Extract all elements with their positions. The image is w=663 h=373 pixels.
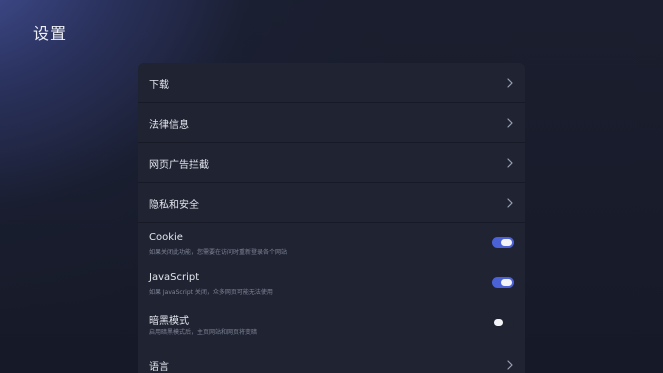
settings-item-label: 下载: [149, 80, 169, 91]
settings-item-legal[interactable]: 法律信息: [138, 103, 525, 143]
settings-item-description: 如果 JavaScript 关闭，众多网页可能无法使用: [149, 289, 273, 296]
settings-item-language[interactable]: 语言: [138, 345, 525, 373]
cookie-toggle[interactable]: [492, 237, 514, 248]
settings-item-label: JavaScript: [149, 272, 200, 283]
settings-item-label: 暗黑模式: [149, 316, 189, 327]
settings-item-javascript[interactable]: JavaScript 如果 JavaScript 关闭，众多网页可能无法使用: [138, 263, 525, 303]
settings-item-privacy[interactable]: 隐私和安全: [138, 183, 525, 223]
settings-item-cookie[interactable]: Cookie 如果关闭此功能，您需要在访问时重新登录各个网站: [138, 223, 525, 263]
toggle-knob: [501, 239, 512, 246]
settings-item-label: 隐私和安全: [149, 200, 199, 211]
toggle-knob: [501, 279, 512, 286]
toggle-knob: [494, 319, 503, 326]
dark-mode-toggle[interactable]: [492, 317, 514, 328]
settings-item-description: 如果关闭此功能，您需要在访问时重新登录各个网站: [149, 249, 288, 256]
settings-item-downloads[interactable]: 下载: [138, 63, 525, 103]
settings-item-label: 语言: [149, 362, 169, 373]
chevron-right-icon: [507, 78, 513, 88]
settings-list: 下载 法律信息 网页广告拦截 隐私和安全 Cookie 如果关闭此功能，您需要在…: [138, 63, 525, 373]
settings-item-label: Cookie: [149, 232, 183, 243]
chevron-right-icon: [507, 360, 513, 370]
chevron-right-icon: [507, 118, 513, 128]
settings-item-ad-block[interactable]: 网页广告拦截: [138, 143, 525, 183]
settings-item-dark-mode[interactable]: 暗黑模式 启用暗黑模式后，主页网站和网页将变暗: [138, 303, 525, 343]
settings-item-description: 启用暗黑模式后，主页网站和网页将变暗: [149, 329, 258, 336]
page-title: 设置: [33, 24, 68, 43]
javascript-toggle[interactable]: [492, 277, 514, 288]
chevron-right-icon: [507, 158, 513, 168]
settings-item-label: 网页广告拦截: [149, 160, 209, 171]
chevron-right-icon: [507, 198, 513, 208]
settings-item-label: 法律信息: [149, 120, 189, 131]
